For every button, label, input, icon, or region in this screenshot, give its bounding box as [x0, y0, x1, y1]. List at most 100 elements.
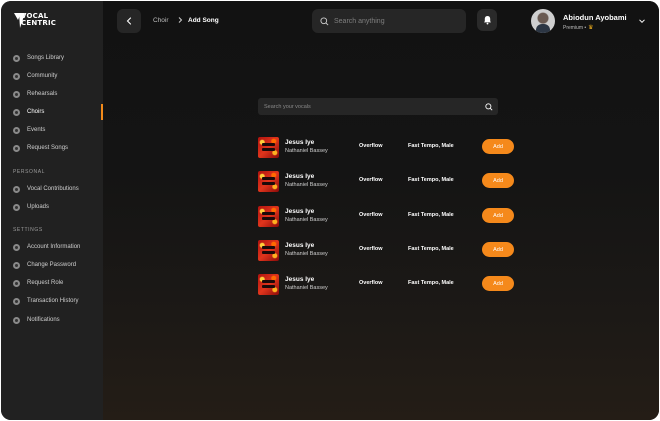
add-song-button[interactable]: Add: [482, 242, 514, 257]
section-title-personal: PERSONAL: [13, 169, 46, 175]
logo-text: VOCAL CENTRIC: [21, 12, 57, 27]
sidebar-item-label: Transaction History: [27, 298, 79, 304]
song-part: Overflow: [359, 212, 383, 218]
song-style: Fast Tempo, Male: [408, 143, 454, 149]
back-button[interactable]: [117, 9, 141, 33]
sidebar-item-rehearsals[interactable]: Rehearsals: [1, 85, 103, 103]
search-placeholder: Search anything: [334, 17, 385, 25]
sidebar-item-request-role[interactable]: Request Role: [1, 274, 103, 292]
music-icon: [13, 54, 20, 62]
song-part: Overflow: [359, 280, 383, 286]
sidebar-item-label: Rehearsals: [27, 91, 58, 97]
sidebar-item-community[interactable]: Community: [1, 67, 103, 85]
vocal-search-placeholder: Search your vocals: [264, 103, 311, 110]
song-artist: Nathaniel Bassey: [285, 285, 328, 291]
song-artist: Nathaniel Bassey: [285, 182, 328, 188]
sidebar-item-account-information[interactable]: Account Information: [1, 238, 103, 256]
global-search-input[interactable]: Search anything: [312, 9, 466, 33]
user-plan: Premium • ♛: [563, 24, 594, 32]
chevron-right-icon: [178, 17, 183, 23]
song-title: Jesus Iye: [285, 173, 315, 180]
user-plan-label: Premium •: [563, 24, 587, 31]
song-row: Jesus Iye Nathaniel Bassey Overflow Fast…: [258, 136, 518, 160]
sidebar-item-label: Request Role: [27, 280, 64, 286]
lock-icon: [13, 261, 20, 269]
song-cover-image: [258, 137, 279, 158]
song-cover-image: [258, 240, 279, 261]
song-row: Jesus Iye Nathaniel Bassey Overflow Fast…: [258, 170, 518, 194]
top-bar: Choir Add Song Search anything Abiodun A…: [103, 1, 659, 41]
app-window: VOCAL CENTRIC Songs Library Community Re…: [1, 1, 659, 420]
sidebar-item-label: Notifications: [27, 317, 60, 323]
microphone-icon: [13, 185, 20, 193]
sidebar-item-uploads[interactable]: Uploads: [1, 198, 103, 216]
add-song-button[interactable]: Add: [482, 276, 514, 291]
song-style: Fast Tempo, Male: [408, 246, 454, 252]
calendar-icon: [13, 126, 20, 134]
choir-icon: [13, 108, 20, 116]
sidebar-item-label: Request Songs: [27, 145, 69, 151]
song-artist: Nathaniel Bassey: [285, 217, 328, 223]
chevron-down-icon[interactable]: [638, 17, 646, 25]
sidebar-item-events[interactable]: Events: [1, 121, 103, 139]
crown-icon: ♛: [588, 25, 594, 31]
song-style: Fast Tempo, Male: [408, 177, 454, 183]
song-part: Overflow: [359, 177, 383, 183]
breadcrumb-add-song: Add Song: [188, 17, 219, 24]
song-row: Jesus Iye Nathaniel Bassey Overflow Fast…: [258, 273, 518, 297]
sidebar: VOCAL CENTRIC Songs Library Community Re…: [1, 1, 103, 420]
notification-icon: [13, 316, 20, 324]
sidebar-item-songs-library[interactable]: Songs Library: [1, 49, 103, 67]
search-icon: [320, 16, 329, 25]
sidebar-item-label: Change Password: [27, 262, 77, 268]
sidebar-item-vocal-contributions[interactable]: Vocal Contributions: [1, 180, 103, 198]
sidebar-item-choirs[interactable]: Choirs: [1, 103, 103, 121]
song-artist: Nathaniel Bassey: [285, 251, 328, 257]
song-style: Fast Tempo, Male: [408, 212, 454, 218]
user-name: Abiodun Ayobami: [563, 13, 627, 22]
section-title-settings: SETTINGS: [13, 227, 43, 233]
add-song-button[interactable]: Add: [482, 139, 514, 154]
song-title: Jesus Iye: [285, 139, 315, 146]
song-artist: Nathaniel Bassey: [285, 148, 328, 154]
role-icon: [13, 279, 20, 287]
song-cover-image: [258, 274, 279, 295]
song-part: Overflow: [359, 143, 383, 149]
sidebar-item-label: Uploads: [27, 204, 50, 210]
song-row: Jesus Iye Nathaniel Bassey Overflow Fast…: [258, 239, 518, 263]
sidebar-item-label: Songs Library: [27, 55, 65, 61]
song-cover-image: [258, 171, 279, 192]
song-part: Overflow: [359, 246, 383, 252]
song-title: Jesus Iye: [285, 208, 315, 215]
sidebar-item-label: Account Information: [27, 244, 81, 250]
upload-icon: [13, 203, 20, 211]
community-icon: [13, 72, 20, 80]
account-icon: [13, 243, 20, 251]
sidebar-item-label: Vocal Contributions: [27, 186, 79, 192]
vocal-search-input[interactable]: Search your vocals: [258, 98, 498, 115]
song-title: Jesus Iye: [285, 242, 315, 249]
song-title: Jesus Iye: [285, 276, 315, 283]
song-row: Jesus Iye Nathaniel Bassey Overflow Fast…: [258, 205, 518, 229]
add-song-button[interactable]: Add: [482, 208, 514, 223]
sidebar-item-notifications[interactable]: Notifications: [1, 311, 103, 329]
bell-icon: [483, 16, 491, 25]
sidebar-item-label: Choirs: [27, 109, 45, 115]
history-icon: [13, 297, 20, 305]
sidebar-item-label: Events: [27, 127, 46, 133]
breadcrumb-choir[interactable]: Choir: [153, 17, 169, 24]
chevron-left-icon: [126, 17, 132, 25]
sidebar-item-label: Community: [27, 73, 58, 79]
rehearsal-icon: [13, 90, 20, 98]
search-icon[interactable]: [483, 101, 495, 113]
avatar[interactable]: [531, 9, 555, 33]
add-song-button[interactable]: Add: [482, 173, 514, 188]
sidebar-item-request-songs[interactable]: Request Songs: [1, 139, 103, 157]
song-cover-image: [258, 206, 279, 227]
sidebar-item-transaction-history[interactable]: Transaction History: [1, 292, 103, 310]
notification-button[interactable]: [477, 9, 497, 31]
main-content: Choir Add Song Search anything Abiodun A…: [103, 1, 659, 420]
song-style: Fast Tempo, Male: [408, 280, 454, 286]
sidebar-item-change-password[interactable]: Change Password: [1, 256, 103, 274]
request-icon: [13, 144, 20, 152]
